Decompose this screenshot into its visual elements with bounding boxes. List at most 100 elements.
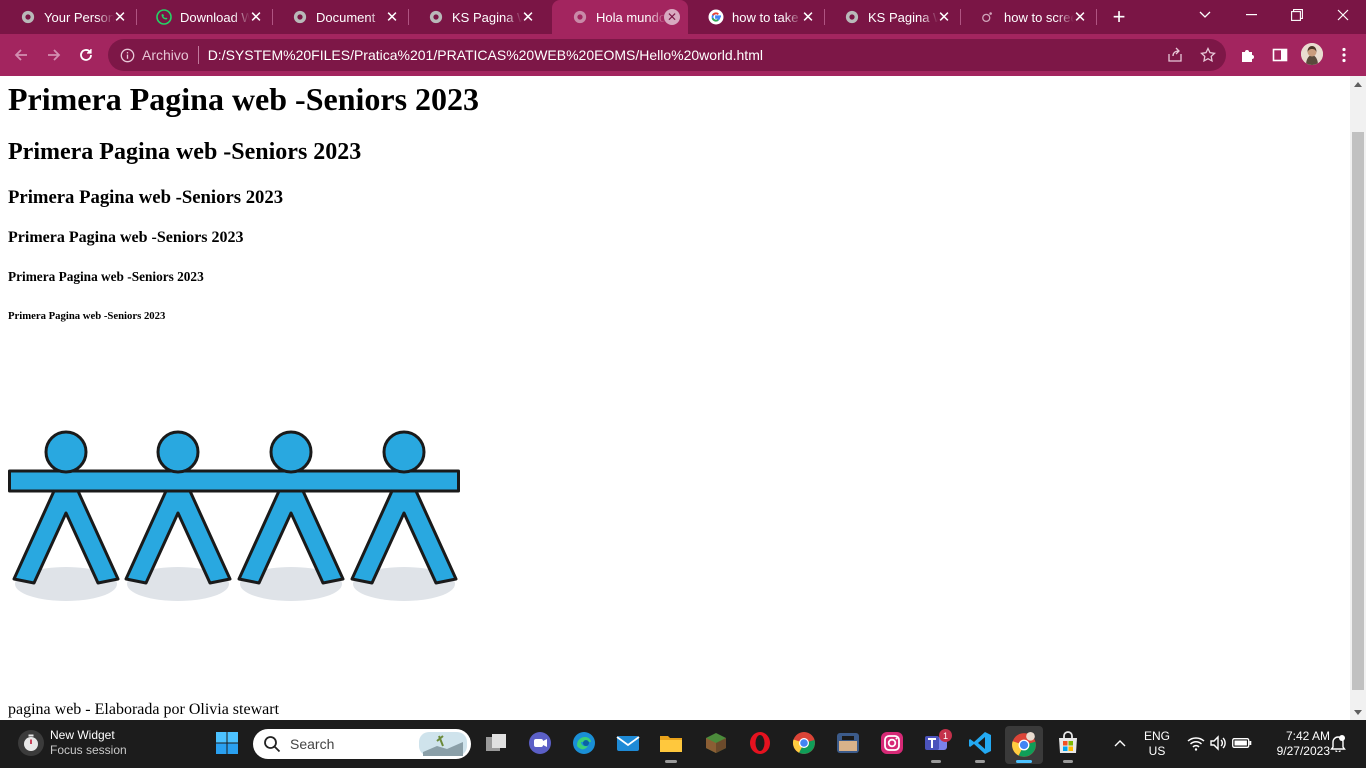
tab-how-to-scree[interactable]: how to scree ✕ xyxy=(960,0,1097,34)
chevron-up-icon xyxy=(1114,740,1126,747)
globe-icon xyxy=(292,9,308,25)
teams-chat-button[interactable] xyxy=(527,730,553,756)
tab-title: KS Pagina W xyxy=(452,9,522,25)
reload-button[interactable] xyxy=(72,41,100,69)
edge-button[interactable] xyxy=(571,730,597,756)
file-explorer-button[interactable] xyxy=(658,730,684,756)
close-tab-icon[interactable]: ✕ xyxy=(936,9,952,26)
store-icon xyxy=(1059,731,1077,753)
chat-icon xyxy=(529,732,551,754)
restore-icon xyxy=(1291,9,1303,21)
folder-icon xyxy=(660,736,682,752)
close-window-button[interactable] xyxy=(1320,0,1366,30)
scroll-up-button[interactable] xyxy=(1350,76,1366,92)
speaker-icon xyxy=(1210,735,1226,751)
tab-title: how to take xyxy=(732,9,799,25)
search-icon xyxy=(263,735,281,753)
instagram-icon xyxy=(881,732,903,754)
heading-h1: Primera Pagina web -Seniors 2023 xyxy=(8,81,480,117)
close-tab-icon[interactable]: ✕ xyxy=(520,9,536,26)
running-indicator xyxy=(665,760,677,763)
share-icon[interactable] xyxy=(1166,46,1184,64)
loading-icon xyxy=(980,9,996,25)
language-indicator[interactable]: ENG US xyxy=(1138,729,1176,758)
forward-arrow-icon xyxy=(48,49,61,61)
notification-badge: 1 xyxy=(939,729,952,742)
tab-title: Hola mundo xyxy=(596,9,666,25)
mail-button[interactable] xyxy=(615,730,641,756)
tab-document[interactable]: Document ✕ xyxy=(272,0,409,34)
bookmark-star-icon[interactable] xyxy=(1199,46,1217,64)
tab-title: Document xyxy=(316,9,376,25)
game-app-button[interactable] xyxy=(835,730,861,756)
new-tab-button[interactable]: + xyxy=(1106,4,1132,30)
chevron-down-icon xyxy=(1199,11,1211,18)
minecraft-block-icon xyxy=(706,733,726,753)
side-panel-icon xyxy=(1272,48,1288,62)
heading-h5: Primera Pagina web -Seniors 2023 xyxy=(8,269,204,284)
taskbar-search[interactable]: Search xyxy=(253,729,471,759)
tab-your-persona[interactable]: Your Persona ✕ xyxy=(0,0,137,34)
extensions-button[interactable] xyxy=(1237,44,1259,66)
side-panel-button[interactable] xyxy=(1269,44,1291,66)
running-indicator xyxy=(975,760,985,763)
globe-icon xyxy=(844,9,860,25)
close-tab-icon[interactable]: ✕ xyxy=(248,9,264,26)
widget-title: New Widget xyxy=(50,728,115,742)
minecraft-button[interactable] xyxy=(703,730,729,756)
restore-button[interactable] xyxy=(1274,0,1320,30)
notification-bell-icon xyxy=(1330,735,1346,752)
opera-button[interactable] xyxy=(747,730,773,756)
scroll-down-arrow-icon xyxy=(1354,709,1362,715)
close-tab-icon[interactable]: ✕ xyxy=(664,9,680,25)
tab-hola-mundo[interactable]: Hola mundo ✕ xyxy=(552,0,688,34)
minimize-icon xyxy=(1245,14,1257,16)
start-button[interactable] xyxy=(214,730,240,756)
tab-download-w[interactable]: Download W ✕ xyxy=(136,0,273,34)
heading-h4: Primera Pagina web -Seniors 2023 xyxy=(8,229,244,246)
show-hidden-icons-button[interactable] xyxy=(1107,730,1133,756)
address-scheme-label: Archivo xyxy=(142,47,189,63)
tab-ks-pagina-web-2[interactable]: KS Pagina W ✕ xyxy=(824,0,961,34)
reload-icon xyxy=(80,49,92,61)
scroll-up-arrow-icon xyxy=(1354,81,1362,87)
clock-time: 7:42 AM xyxy=(1285,729,1330,743)
instagram-button[interactable] xyxy=(879,730,905,756)
tab-ks-pagina-web-1[interactable]: KS Pagina W ✕ xyxy=(408,0,544,34)
store-button[interactable] xyxy=(1055,730,1081,756)
chrome-taskbar-button[interactable] xyxy=(791,730,817,756)
back-button[interactable] xyxy=(7,41,35,69)
tab-search-button[interactable] xyxy=(1182,0,1228,30)
notifications-button[interactable] xyxy=(1328,730,1348,756)
close-tab-icon[interactable]: ✕ xyxy=(384,9,400,26)
heading-h3: Primera Pagina web -Seniors 2023 xyxy=(8,187,284,208)
forward-button[interactable] xyxy=(40,41,68,69)
scroll-down-button[interactable] xyxy=(1350,704,1366,720)
search-placeholder: Search xyxy=(290,736,335,752)
info-icon[interactable] xyxy=(119,47,135,63)
menu-button[interactable] xyxy=(1333,44,1355,66)
battery-button[interactable] xyxy=(1229,730,1255,756)
address-bar[interactable]: Archivo D:/SYSTEM%20FILES/Pratica%201/PR… xyxy=(108,39,1226,71)
chrome-profile-button[interactable] xyxy=(1005,726,1043,764)
volume-button[interactable] xyxy=(1205,730,1231,756)
running-indicator xyxy=(1063,760,1073,763)
chrome-profile-icon xyxy=(1012,732,1036,757)
browser-toolbar: Archivo D:/SYSTEM%20FILES/Pratica%201/PR… xyxy=(0,34,1366,76)
profile-avatar[interactable] xyxy=(1301,43,1323,65)
search-highlight-icon xyxy=(419,732,467,756)
clock[interactable]: 7:42 AM 9/27/2023 xyxy=(1262,729,1330,758)
scroll-thumb[interactable] xyxy=(1352,132,1364,690)
address-url[interactable]: D:/SYSTEM%20FILES/Pratica%201/PRATICAS%2… xyxy=(208,47,763,63)
widgets-button[interactable]: New Widget Focus session xyxy=(18,728,127,757)
vscode-button[interactable] xyxy=(967,730,993,756)
close-tab-icon[interactable]: ✕ xyxy=(800,9,816,26)
minimize-button[interactable] xyxy=(1228,0,1274,30)
kebab-menu-icon xyxy=(1342,47,1346,63)
task-view-button[interactable] xyxy=(483,730,509,756)
vertical-scrollbar[interactable] xyxy=(1350,76,1366,720)
people-holding-hands-image xyxy=(8,430,460,601)
close-tab-icon[interactable]: ✕ xyxy=(112,9,128,26)
tab-how-to-take[interactable]: how to take ✕ xyxy=(688,0,825,34)
close-tab-icon[interactable]: ✕ xyxy=(1072,9,1088,26)
